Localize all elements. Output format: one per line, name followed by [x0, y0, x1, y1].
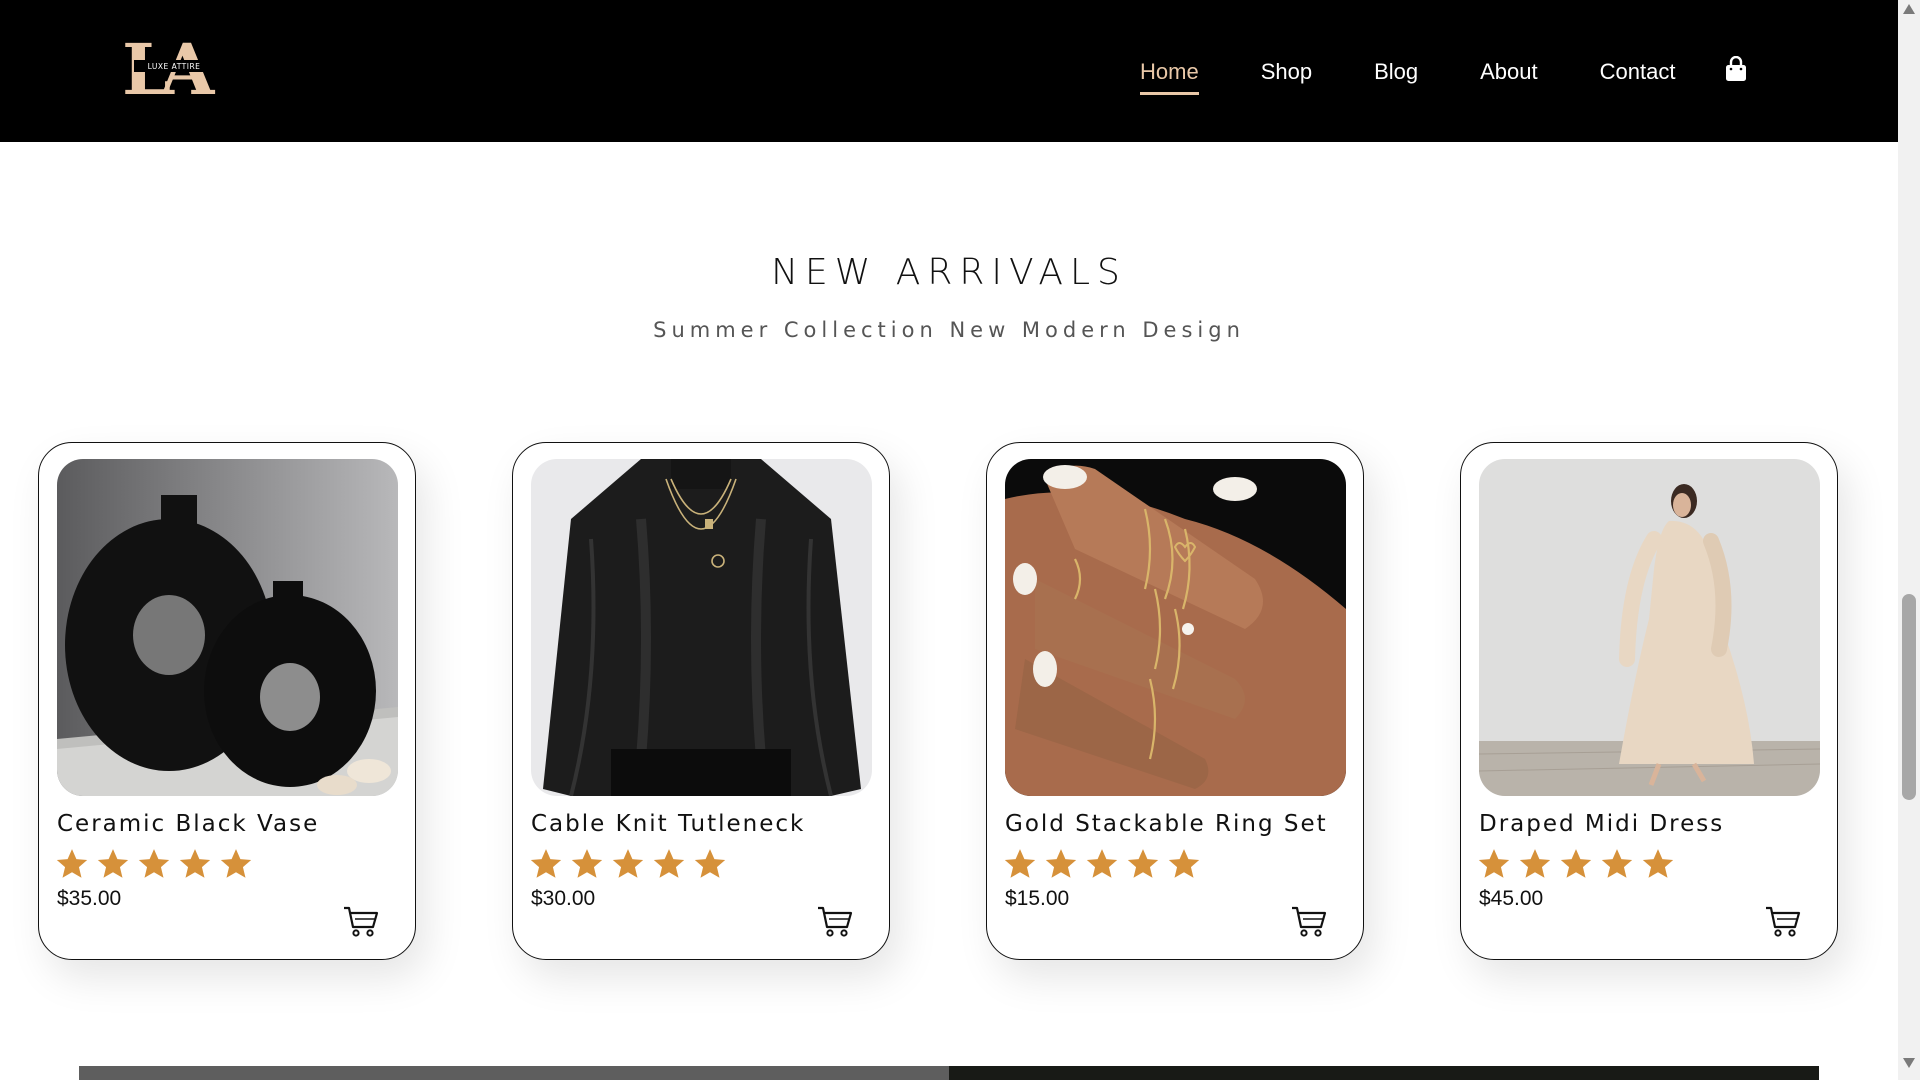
- product-name[interactable]: Cable Knit Tutleneck: [531, 811, 805, 837]
- brand-logo[interactable]: L A LUXE ATTIRE: [120, 32, 226, 98]
- add-to-cart-icon[interactable]: [817, 905, 853, 939]
- star-icon: [1478, 849, 1510, 878]
- star-icon: [1519, 849, 1551, 878]
- page-scrollbar[interactable]: [1898, 0, 1920, 1080]
- nav-blog[interactable]: Blog: [1374, 59, 1418, 85]
- product-name[interactable]: Gold Stackable Ring Set: [1005, 811, 1328, 837]
- star-icon: [1004, 849, 1036, 878]
- star-icon: [56, 849, 88, 878]
- banner-image-left: [79, 1066, 949, 1080]
- product-image-vase[interactable]: [57, 459, 398, 796]
- rating-stars: [1003, 847, 1208, 881]
- star-icon: [1086, 849, 1118, 878]
- promo-banner: [79, 1066, 1819, 1080]
- star-icon: [1560, 849, 1592, 878]
- shopping-bag-icon[interactable]: [1724, 56, 1748, 82]
- rating-stars: [529, 847, 734, 881]
- add-to-cart-icon[interactable]: [1765, 905, 1801, 939]
- star-icon: [694, 849, 726, 878]
- banner-image-right: [949, 1066, 1819, 1080]
- star-icon: [1127, 849, 1159, 878]
- rating-stars: [1477, 847, 1682, 881]
- product-image-sweater[interactable]: [531, 459, 872, 796]
- star-icon: [612, 849, 644, 878]
- product-price: $35.00: [57, 887, 122, 910]
- product-price: $45.00: [1479, 887, 1544, 910]
- scroll-up-arrow-icon[interactable]: [1903, 4, 1915, 14]
- product-card[interactable]: Gold Stackable Ring Set $15.00: [986, 442, 1364, 960]
- product-image-dress[interactable]: [1479, 459, 1820, 796]
- product-card[interactable]: Ceramic Black Vase $35.00: [38, 442, 416, 960]
- nav-shop[interactable]: Shop: [1261, 59, 1312, 85]
- section-title: NEW ARRIVALS: [771, 252, 1127, 293]
- star-icon: [653, 849, 685, 878]
- rating-stars: [55, 847, 260, 881]
- product-image-rings[interactable]: [1005, 459, 1346, 796]
- add-to-cart-icon[interactable]: [343, 905, 379, 939]
- star-icon: [571, 849, 603, 878]
- star-icon: [179, 849, 211, 878]
- add-to-cart-icon[interactable]: [1291, 905, 1327, 939]
- star-icon: [138, 849, 170, 878]
- product-price: $15.00: [1005, 887, 1070, 910]
- product-card[interactable]: Draped Midi Dress $45.00: [1460, 442, 1838, 960]
- main-nav: Home Shop Blog About Contact: [1140, 48, 1737, 96]
- scrollbar-thumb[interactable]: [1902, 594, 1916, 800]
- section-subtitle: Summer Collection New Modern Design: [653, 318, 1245, 342]
- product-name[interactable]: Draped Midi Dress: [1479, 811, 1724, 837]
- star-icon: [97, 849, 129, 878]
- star-icon: [1168, 849, 1200, 878]
- star-icon: [1045, 849, 1077, 878]
- nav-contact[interactable]: Contact: [1600, 59, 1676, 85]
- nav-home[interactable]: Home: [1140, 59, 1199, 95]
- nav-about[interactable]: About: [1480, 59, 1538, 85]
- scroll-down-arrow-icon[interactable]: [1903, 1058, 1915, 1068]
- star-icon: [530, 849, 562, 878]
- product-name[interactable]: Ceramic Black Vase: [57, 811, 319, 837]
- star-icon: [220, 849, 252, 878]
- product-price: $30.00: [531, 887, 596, 910]
- site-header: L A LUXE ATTIRE Home Shop Blog About Con…: [0, 0, 1898, 142]
- svg-text:LUXE ATTIRE: LUXE ATTIRE: [148, 62, 201, 71]
- star-icon: [1642, 849, 1674, 878]
- star-icon: [1601, 849, 1633, 878]
- product-card[interactable]: Cable Knit Tutleneck $30.00: [512, 442, 890, 960]
